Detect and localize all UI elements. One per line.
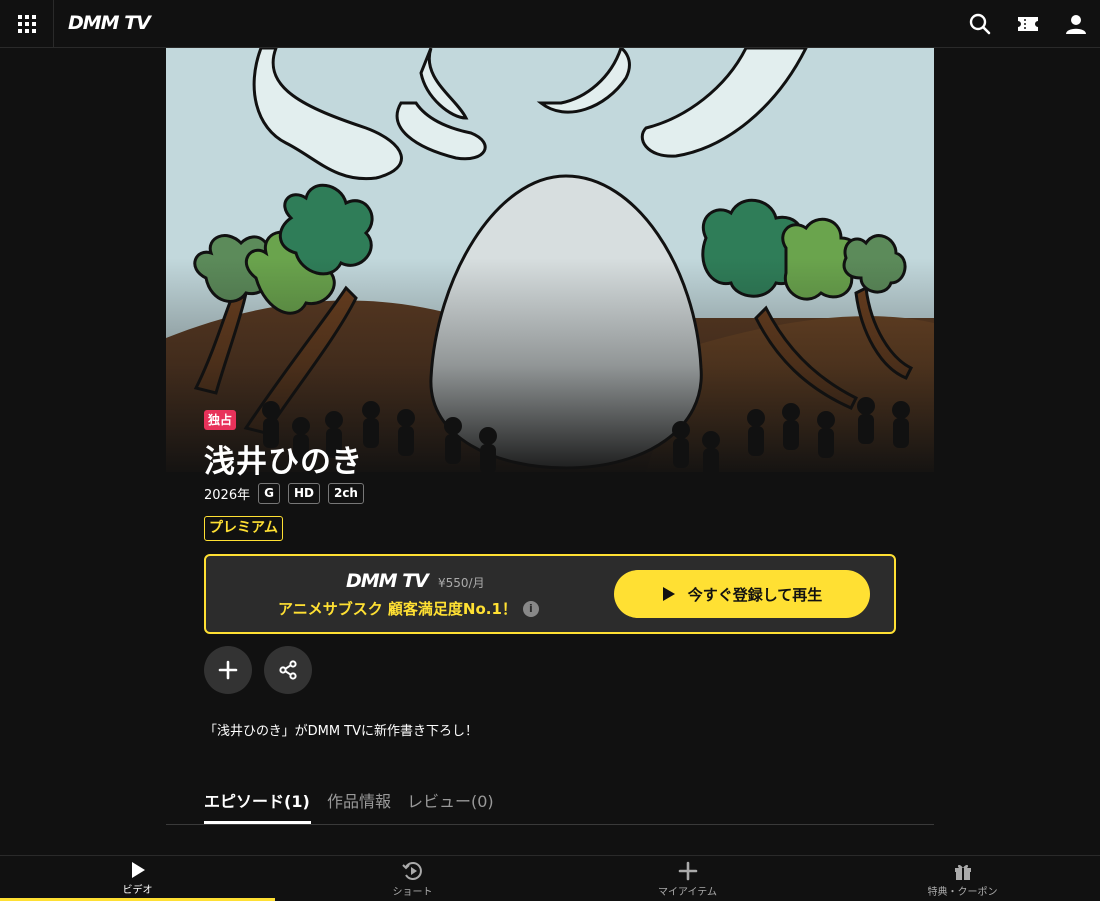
plus-icon [218, 660, 238, 680]
release-year: 2026年 [204, 487, 251, 503]
content-tabs: エピソード(1) 作品情報 レビュー(0) [166, 778, 934, 825]
quality-tag: HD [287, 482, 320, 504]
info-icon[interactable]: i [522, 600, 539, 617]
share-icon [279, 660, 297, 680]
subscribe-and-play-button[interactable]: 今すぐ登録して再生 [614, 570, 870, 618]
dmm-tv-logo[interactable]: DMM TV [68, 12, 151, 34]
tab-reviews[interactable]: レビュー(0) [407, 788, 494, 812]
app-menu-button[interactable] [0, 0, 54, 47]
subscription-catchphrase: アニメサブスク 顧客満足度No.1！ i [278, 598, 539, 619]
top-header: DMM TV [0, 0, 1100, 48]
gift-icon [954, 864, 971, 880]
ticket-button[interactable] [1016, 12, 1040, 36]
tab-episodes[interactable]: エピソード(1) [204, 788, 310, 812]
user-icon [1066, 15, 1086, 34]
bottom-navigation: ビデオ ショート マイアイテム 特典・クーポン [0, 855, 1100, 901]
subscription-logo: DMM TV [346, 570, 429, 592]
add-to-list-button[interactable] [204, 646, 252, 694]
nav-short-label: ショート [392, 887, 433, 898]
audio-tag: 2ch [327, 482, 364, 504]
active-tab-indicator [204, 821, 311, 824]
short-play-icon [401, 862, 422, 880]
nav-benefits-label: 特典・クーポン [927, 887, 998, 898]
tab-work-info[interactable]: 作品情報 [327, 788, 391, 812]
grid-icon [17, 14, 36, 33]
premium-badge: プレミアム [204, 516, 284, 541]
nav-short[interactable]: ショート [275, 856, 550, 901]
nav-my-items[interactable]: マイアイテム [550, 856, 825, 901]
rating-tag: G [258, 482, 280, 504]
plus-icon [678, 861, 697, 881]
key-visual-illustration [166, 48, 934, 472]
subscription-banner: DMM TV ¥550/月 アニメサブスク 顧客満足度No.1！ i 今すぐ登録… [204, 554, 896, 634]
nav-my-items-label: マイアイテム [658, 887, 717, 898]
hero-key-visual [166, 48, 934, 472]
catchphrase-text: アニメサブスク 顧客満足度No.1！ [278, 600, 517, 618]
description: 「浅井ひのき」がDMM TVに新作書き下ろし！ [204, 724, 479, 739]
subscription-price: ¥550/月 [438, 576, 485, 590]
account-button[interactable] [1064, 12, 1088, 36]
play-icon [662, 587, 675, 601]
meta-info: 2026年 G HD 2ch [204, 482, 364, 504]
play-button-label: 今すぐ登録して再生 [687, 585, 823, 604]
nav-video[interactable]: ビデオ [0, 856, 275, 901]
ticket-icon [1018, 17, 1038, 31]
search-icon [969, 13, 991, 35]
search-button[interactable] [968, 12, 992, 36]
exclusive-badge: 独占 [204, 410, 237, 430]
share-button[interactable] [264, 646, 312, 694]
page-title: 浅井ひのき [204, 444, 364, 480]
nav-benefits-coupons[interactable]: 特典・クーポン [825, 856, 1100, 901]
play-icon [131, 862, 145, 878]
nav-video-label: ビデオ [122, 885, 153, 896]
